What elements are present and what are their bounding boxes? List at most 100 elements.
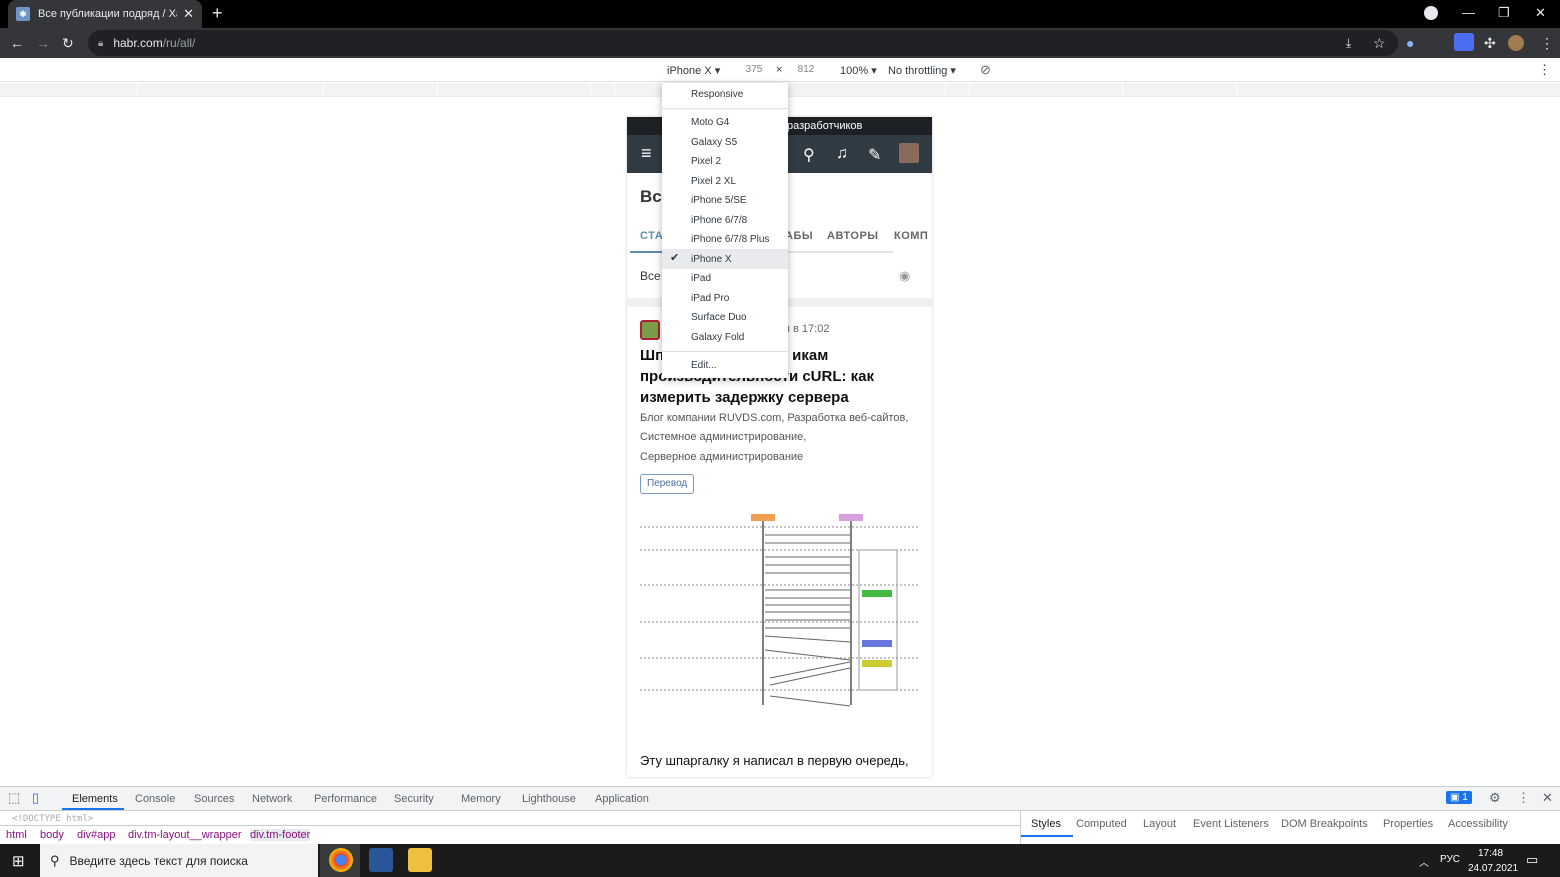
pen-icon[interactable]: ✎ [868,145,881,165]
url-path: /ru/all/ [162,36,196,50]
menu-item-ipad[interactable]: iPad [691,273,711,284]
tab-hubs[interactable]: АБЫ [785,230,813,242]
rss-icon[interactable]: ◉ [899,268,910,284]
menu-item-galaxy-fold[interactable]: Galaxy Fold [691,332,744,343]
menu-item-pixel-2-xl[interactable]: Pixel 2 XL [691,176,736,187]
tab-computed[interactable]: Computed [1076,818,1127,830]
post-time: я в 17:02 [784,323,830,335]
menu-item-pixel-2[interactable]: Pixel 2 [691,156,721,167]
clock-time[interactable]: 17:48 [1478,848,1503,859]
file-explorer-icon[interactable] [408,848,432,872]
tab-console[interactable]: Console [135,793,175,805]
menu-item-edit[interactable]: Edit... [691,360,717,371]
minimize-button[interactable]: — [1462,5,1475,20]
hub-line-2[interactable]: Системное администрирование, [640,431,806,443]
tray-chevron-icon[interactable]: ︿ [1419,854,1429,869]
bookmark-star-icon[interactable]: ☆ [1373,35,1386,51]
menu-item-iphone-678[interactable]: iPhone 6/7/8 [691,215,747,226]
author-avatar[interactable] [640,320,660,340]
notifications-icon[interactable]: ▭ [1526,852,1538,868]
bell-icon[interactable]: ♫ [836,145,848,163]
inspect-element-icon[interactable]: ⬚ [8,790,20,806]
filter-select[interactable]: Все [640,269,661,283]
tab-performance[interactable]: Performance [314,793,377,805]
tab-companies[interactable]: КОМП [894,230,928,242]
input-language[interactable]: РУС [1440,854,1460,865]
avatar[interactable] [899,143,919,163]
user-avatar[interactable] [1508,35,1524,51]
menu-item-iphone-5-se[interactable]: iPhone 5/SE [691,195,747,206]
close-window-button[interactable]: ✕ [1535,5,1546,21]
install-icon[interactable]: ⤓ [1346,35,1351,51]
extension-and-icon[interactable] [1454,33,1474,51]
hub-line-3[interactable]: Серверное администрирование [640,451,803,463]
viewport-height-input[interactable]: 812 [786,61,826,79]
devtools-panel: ⬚ ▯ Elements Console Sources Network Per… [0,786,1560,845]
habr-favicon-icon: ✱ [16,7,30,21]
tab-sources[interactable]: Sources [194,793,234,805]
taskbar-search-input[interactable]: ⚲ Введите здесь текст для поиска [40,844,318,877]
tab-accessibility[interactable]: Accessibility [1448,818,1508,830]
back-arrow-icon[interactable]: ← [10,35,24,51]
new-tab-button[interactable]: + [212,4,223,22]
breadcrumb-layout-wrapper[interactable]: div.tm-layout__wrapper [128,829,242,841]
article-lead-text: Эту шпаргалку я написал в первую очередь… [640,753,909,768]
windows-taskbar: ⊞ ⚲ Введите здесь текст для поиска ︿ РУС… [0,844,1560,877]
profile-menu-icon[interactable] [1424,6,1438,20]
issues-badge[interactable]: ▣ 1 [1446,791,1472,804]
device-toggle-icon[interactable]: ▯ [32,790,39,806]
tab-lighthouse[interactable]: Lighthouse [522,793,576,805]
tab-elements[interactable]: Elements [72,793,118,805]
tab-event-listeners[interactable]: Event Listeners [1193,818,1269,830]
reload-icon[interactable]: ↻ [62,35,74,51]
tab-application[interactable]: Application [595,793,649,805]
tab-close-icon[interactable]: ✕ [183,6,194,22]
chrome-app-icon[interactable] [329,848,353,872]
menu-item-iphone-678-plus[interactable]: iPhone 6/7/8 Plus [691,234,769,245]
breadcrumb-footer[interactable]: div.tm-footer [250,829,311,841]
address-bar[interactable]: 🔒︎ habr.com/ru/all/ [88,30,1398,56]
viewport-width-input[interactable]: 375 [734,61,774,79]
tab-network[interactable]: Network [252,793,292,805]
extensions-puzzle-icon[interactable]: ✣ [1484,35,1496,51]
forward-arrow-icon[interactable]: → [36,35,50,51]
tab-memory[interactable]: Memory [461,793,501,805]
hub-line-1[interactable]: Блог компании RUVDS.com, Разработка веб-… [640,412,908,424]
breadcrumb-body[interactable]: body [40,829,64,841]
tab-layout[interactable]: Layout [1143,818,1176,830]
clock-date[interactable]: 24.07.2021 [1468,863,1518,874]
tab-security[interactable]: Security [394,793,434,805]
restore-button[interactable]: ❐ [1498,5,1510,21]
settings-gear-icon[interactable]: ⚙ [1489,790,1501,806]
device-select[interactable]: iPhone X ▾ [667,64,720,77]
translation-badge[interactable]: Перевод [640,474,695,494]
devtools-menu-icon[interactable]: ⋮ [1517,790,1530,806]
extension-globe-icon[interactable]: ● [1406,35,1414,51]
search-icon[interactable]: ⚲ [803,145,815,165]
device-toolbar-menu-icon[interactable]: ⋮ [1538,62,1551,78]
dom-doctype-line[interactable]: <!DOCTYPE html> [12,814,93,824]
windows-start-icon[interactable]: ⊞ [12,852,25,870]
tab-properties[interactable]: Properties [1383,818,1433,830]
tab-styles[interactable]: Styles [1031,818,1061,830]
menu-item-iphone-x[interactable]: iPhone X [691,254,732,265]
throttling-select[interactable]: No throttling ▾ [888,64,956,77]
hamburger-menu-icon[interactable]: ≡ [641,143,652,164]
breadcrumb-app[interactable]: div#app [77,829,116,841]
browser-title-bar: ✱ Все публикации подряд / Хабр ✕ + — ❐ ✕ [0,0,1560,28]
tab-dom-breakpoints[interactable]: DOM Breakpoints [1281,818,1368,830]
menu-item-moto-g4[interactable]: Moto G4 [691,117,729,128]
menu-item-surface-duo[interactable]: Surface Duo [691,312,747,323]
menu-item-ipad-pro[interactable]: iPad Pro [691,293,729,304]
browser-menu-icon[interactable]: ⋮ [1540,35,1554,51]
zoom-select[interactable]: 100% ▾ [840,64,877,77]
page-title: Вс [640,187,662,206]
devtools-close-icon[interactable]: ✕ [1542,790,1553,806]
tab-authors[interactable]: АВТОРЫ [827,230,879,242]
rotate-icon[interactable]: ⊘ [980,62,991,78]
word-app-icon[interactable] [369,848,393,872]
breadcrumb-html[interactable]: html [6,829,27,841]
browser-tab[interactable]: ✱ Все публикации подряд / Хабр ✕ [8,0,202,28]
menu-item-responsive[interactable]: Responsive [691,89,743,100]
menu-item-galaxy-s5[interactable]: Galaxy S5 [691,137,737,148]
